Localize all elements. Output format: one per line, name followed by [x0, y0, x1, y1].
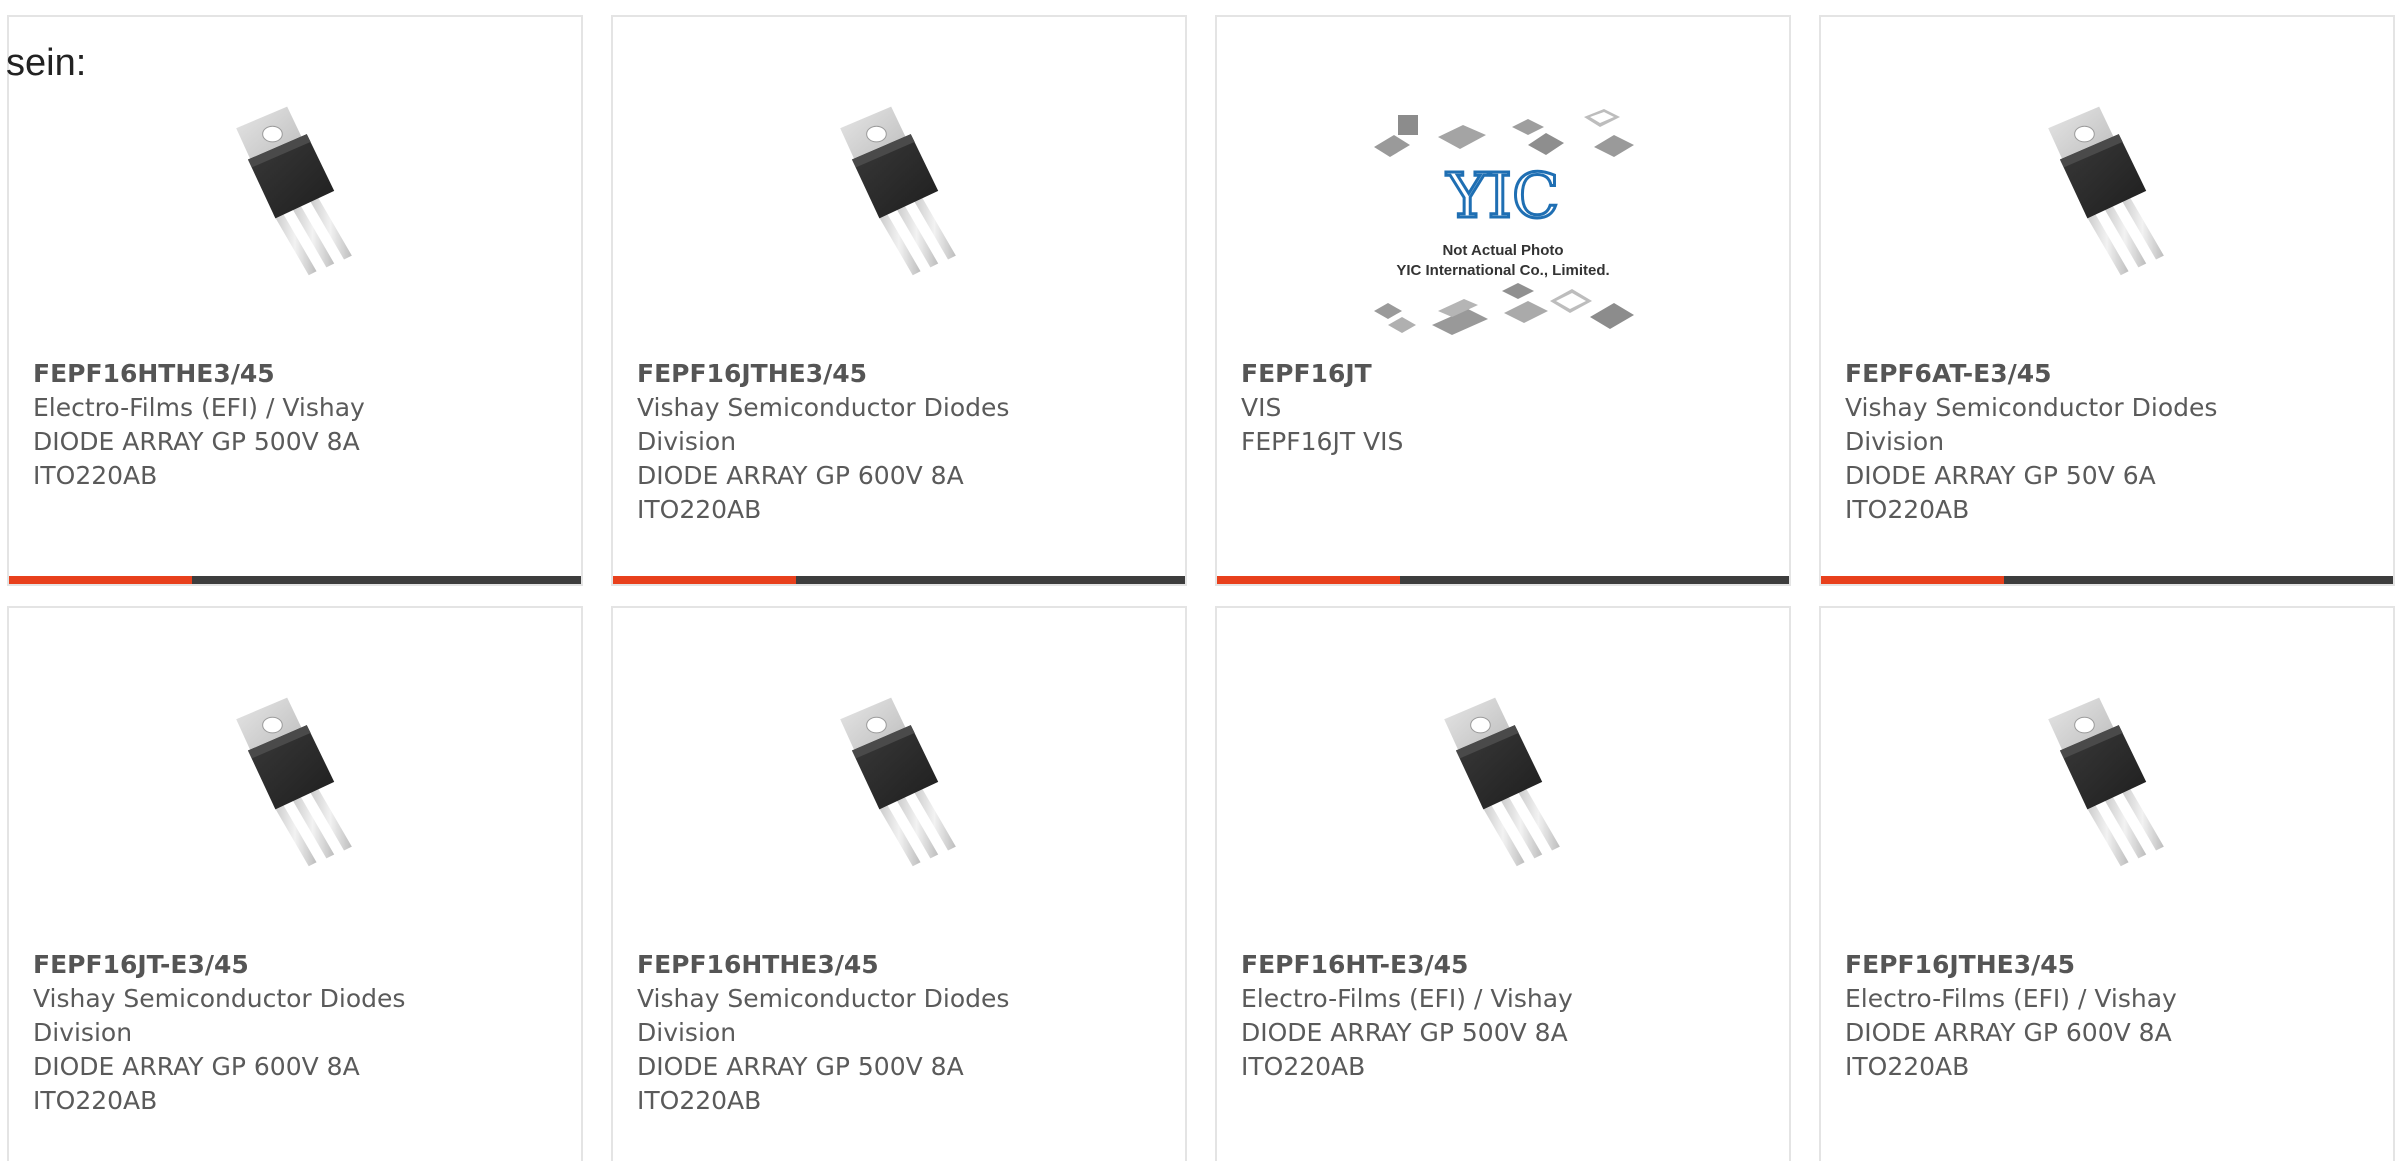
product-card[interactable]: YIC Not Actual Photo YIC International C…: [1215, 15, 1791, 586]
package: ITO220AB: [1241, 1052, 1366, 1081]
yic-placeholder-image[interactable]: YIC Not Actual Photo YIC International C…: [1368, 105, 1638, 355]
card-bottom-bar: [1821, 576, 2393, 584]
product-card[interactable]: FEPF16JTHE3/45 Electro-Films (EFI) / Vis…: [1819, 606, 2395, 1161]
product-info: FEPF6AT-E3/45 Vishay Semiconductor Diode…: [1845, 357, 2285, 527]
part-number-link[interactable]: FEPF16JT: [1241, 357, 1681, 391]
manufacturer-line-2: Division: [637, 427, 737, 456]
manufacturer: Vishay Semiconductor Diodes: [637, 984, 1010, 1013]
product-grid-page: sein: FEPF16HTHE3/45 Electro-Films (EFI)…: [0, 0, 2400, 1161]
product-card[interactable]: FEPF16JT-E3/45 Vishay Semiconductor Diod…: [7, 606, 583, 1161]
package: ITO220AB: [33, 461, 158, 490]
card-accent-bar: [9, 576, 192, 584]
part-number-link[interactable]: FEPF16JTHE3/45: [1845, 948, 2285, 982]
product-card[interactable]: FEPF16HTHE3/45 Electro-Films (EFI) / Vis…: [7, 15, 583, 586]
description: DIODE ARRAY GP 600V 8A: [637, 461, 964, 490]
card-accent-bar: [1821, 576, 2004, 584]
product-card[interactable]: FEPF16JTHE3/45 Vishay Semiconductor Diod…: [611, 15, 1187, 586]
product-info: FEPF16JTHE3/45 Vishay Semiconductor Diod…: [637, 357, 1077, 527]
manufacturer-line-2: Division: [1845, 427, 1945, 456]
package: ITO220AB: [637, 1086, 762, 1115]
product-info: FEPF16HTHE3/45 Vishay Semiconductor Diod…: [637, 948, 1077, 1118]
product-info: FEPF16JTHE3/45 Electro-Films (EFI) / Vis…: [1845, 948, 2285, 1084]
package: ITO220AB: [1845, 1052, 1970, 1081]
card-accent-bar: [1217, 576, 1400, 584]
part-number-link[interactable]: FEPF6AT-E3/45: [1845, 357, 2285, 391]
manufacturer: Electro-Films (EFI) / Vishay: [33, 393, 365, 422]
manufacturer: Vishay Semiconductor Diodes: [1845, 393, 2218, 422]
product-info: FEPF16HTHE3/45 Electro-Films (EFI) / Vis…: [33, 357, 473, 493]
placeholder-line-2: YIC International Co., Limited.: [1396, 262, 1609, 279]
card-bottom-bar: [613, 576, 1185, 584]
description: FEPF16JT VIS: [1241, 427, 1404, 456]
manufacturer-line-2: Division: [33, 1018, 133, 1047]
to220-transistor-image[interactable]: [2009, 87, 2205, 287]
intro-text: sein:: [6, 42, 87, 84]
manufacturer: VIS: [1241, 393, 1282, 422]
package: ITO220AB: [1845, 495, 1970, 524]
card-accent-bar: [613, 576, 796, 584]
to220-transistor-image[interactable]: [197, 87, 393, 287]
manufacturer: Vishay Semiconductor Diodes: [33, 984, 406, 1013]
description: DIODE ARRAY GP 600V 8A: [33, 1052, 360, 1081]
manufacturer: Electro-Films (EFI) / Vishay: [1845, 984, 2177, 1013]
to220-transistor-image[interactable]: [197, 678, 393, 878]
part-number-link[interactable]: FEPF16JTHE3/45: [637, 357, 1077, 391]
part-number-link[interactable]: FEPF16HT-E3/45: [1241, 948, 1681, 982]
package: ITO220AB: [637, 495, 762, 524]
to220-transistor-image[interactable]: [2009, 678, 2205, 878]
part-number-link[interactable]: FEPF16HTHE3/45: [637, 948, 1077, 982]
product-info: FEPF16JT VIS FEPF16JT VIS: [1241, 357, 1681, 459]
product-info: FEPF16JT-E3/45 Vishay Semiconductor Diod…: [33, 948, 473, 1118]
yic-logo-text: YIC: [1446, 159, 1560, 232]
manufacturer-line-2: Division: [637, 1018, 737, 1047]
to220-transistor-image[interactable]: [1405, 678, 1601, 878]
product-card[interactable]: FEPF16HTHE3/45 Vishay Semiconductor Diod…: [611, 606, 1187, 1161]
description: DIODE ARRAY GP 500V 8A: [33, 427, 360, 456]
to220-transistor-image[interactable]: [801, 678, 997, 878]
card-bottom-bar: [9, 576, 581, 584]
product-card[interactable]: FEPF6AT-E3/45 Vishay Semiconductor Diode…: [1819, 15, 2395, 586]
yic-placeholder-graphic: YIC Not Actual Photo YIC International C…: [1374, 109, 1634, 335]
package: ITO220AB: [33, 1086, 158, 1115]
to220-transistor-image[interactable]: [801, 87, 997, 287]
product-card[interactable]: FEPF16HT-E3/45 Electro-Films (EFI) / Vis…: [1215, 606, 1791, 1161]
part-number-link[interactable]: FEPF16JT-E3/45: [33, 948, 473, 982]
placeholder-line-1: Not Actual Photo: [1442, 242, 1563, 259]
description: DIODE ARRAY GP 600V 8A: [1845, 1018, 2172, 1047]
card-bottom-bar: [1217, 576, 1789, 584]
part-number-link[interactable]: FEPF16HTHE3/45: [33, 357, 473, 391]
product-info: FEPF16HT-E3/45 Electro-Films (EFI) / Vis…: [1241, 948, 1681, 1084]
manufacturer: Vishay Semiconductor Diodes: [637, 393, 1010, 422]
description: DIODE ARRAY GP 50V 6A: [1845, 461, 2156, 490]
description: DIODE ARRAY GP 500V 8A: [637, 1052, 964, 1081]
manufacturer: Electro-Films (EFI) / Vishay: [1241, 984, 1573, 1013]
description: DIODE ARRAY GP 500V 8A: [1241, 1018, 1568, 1047]
